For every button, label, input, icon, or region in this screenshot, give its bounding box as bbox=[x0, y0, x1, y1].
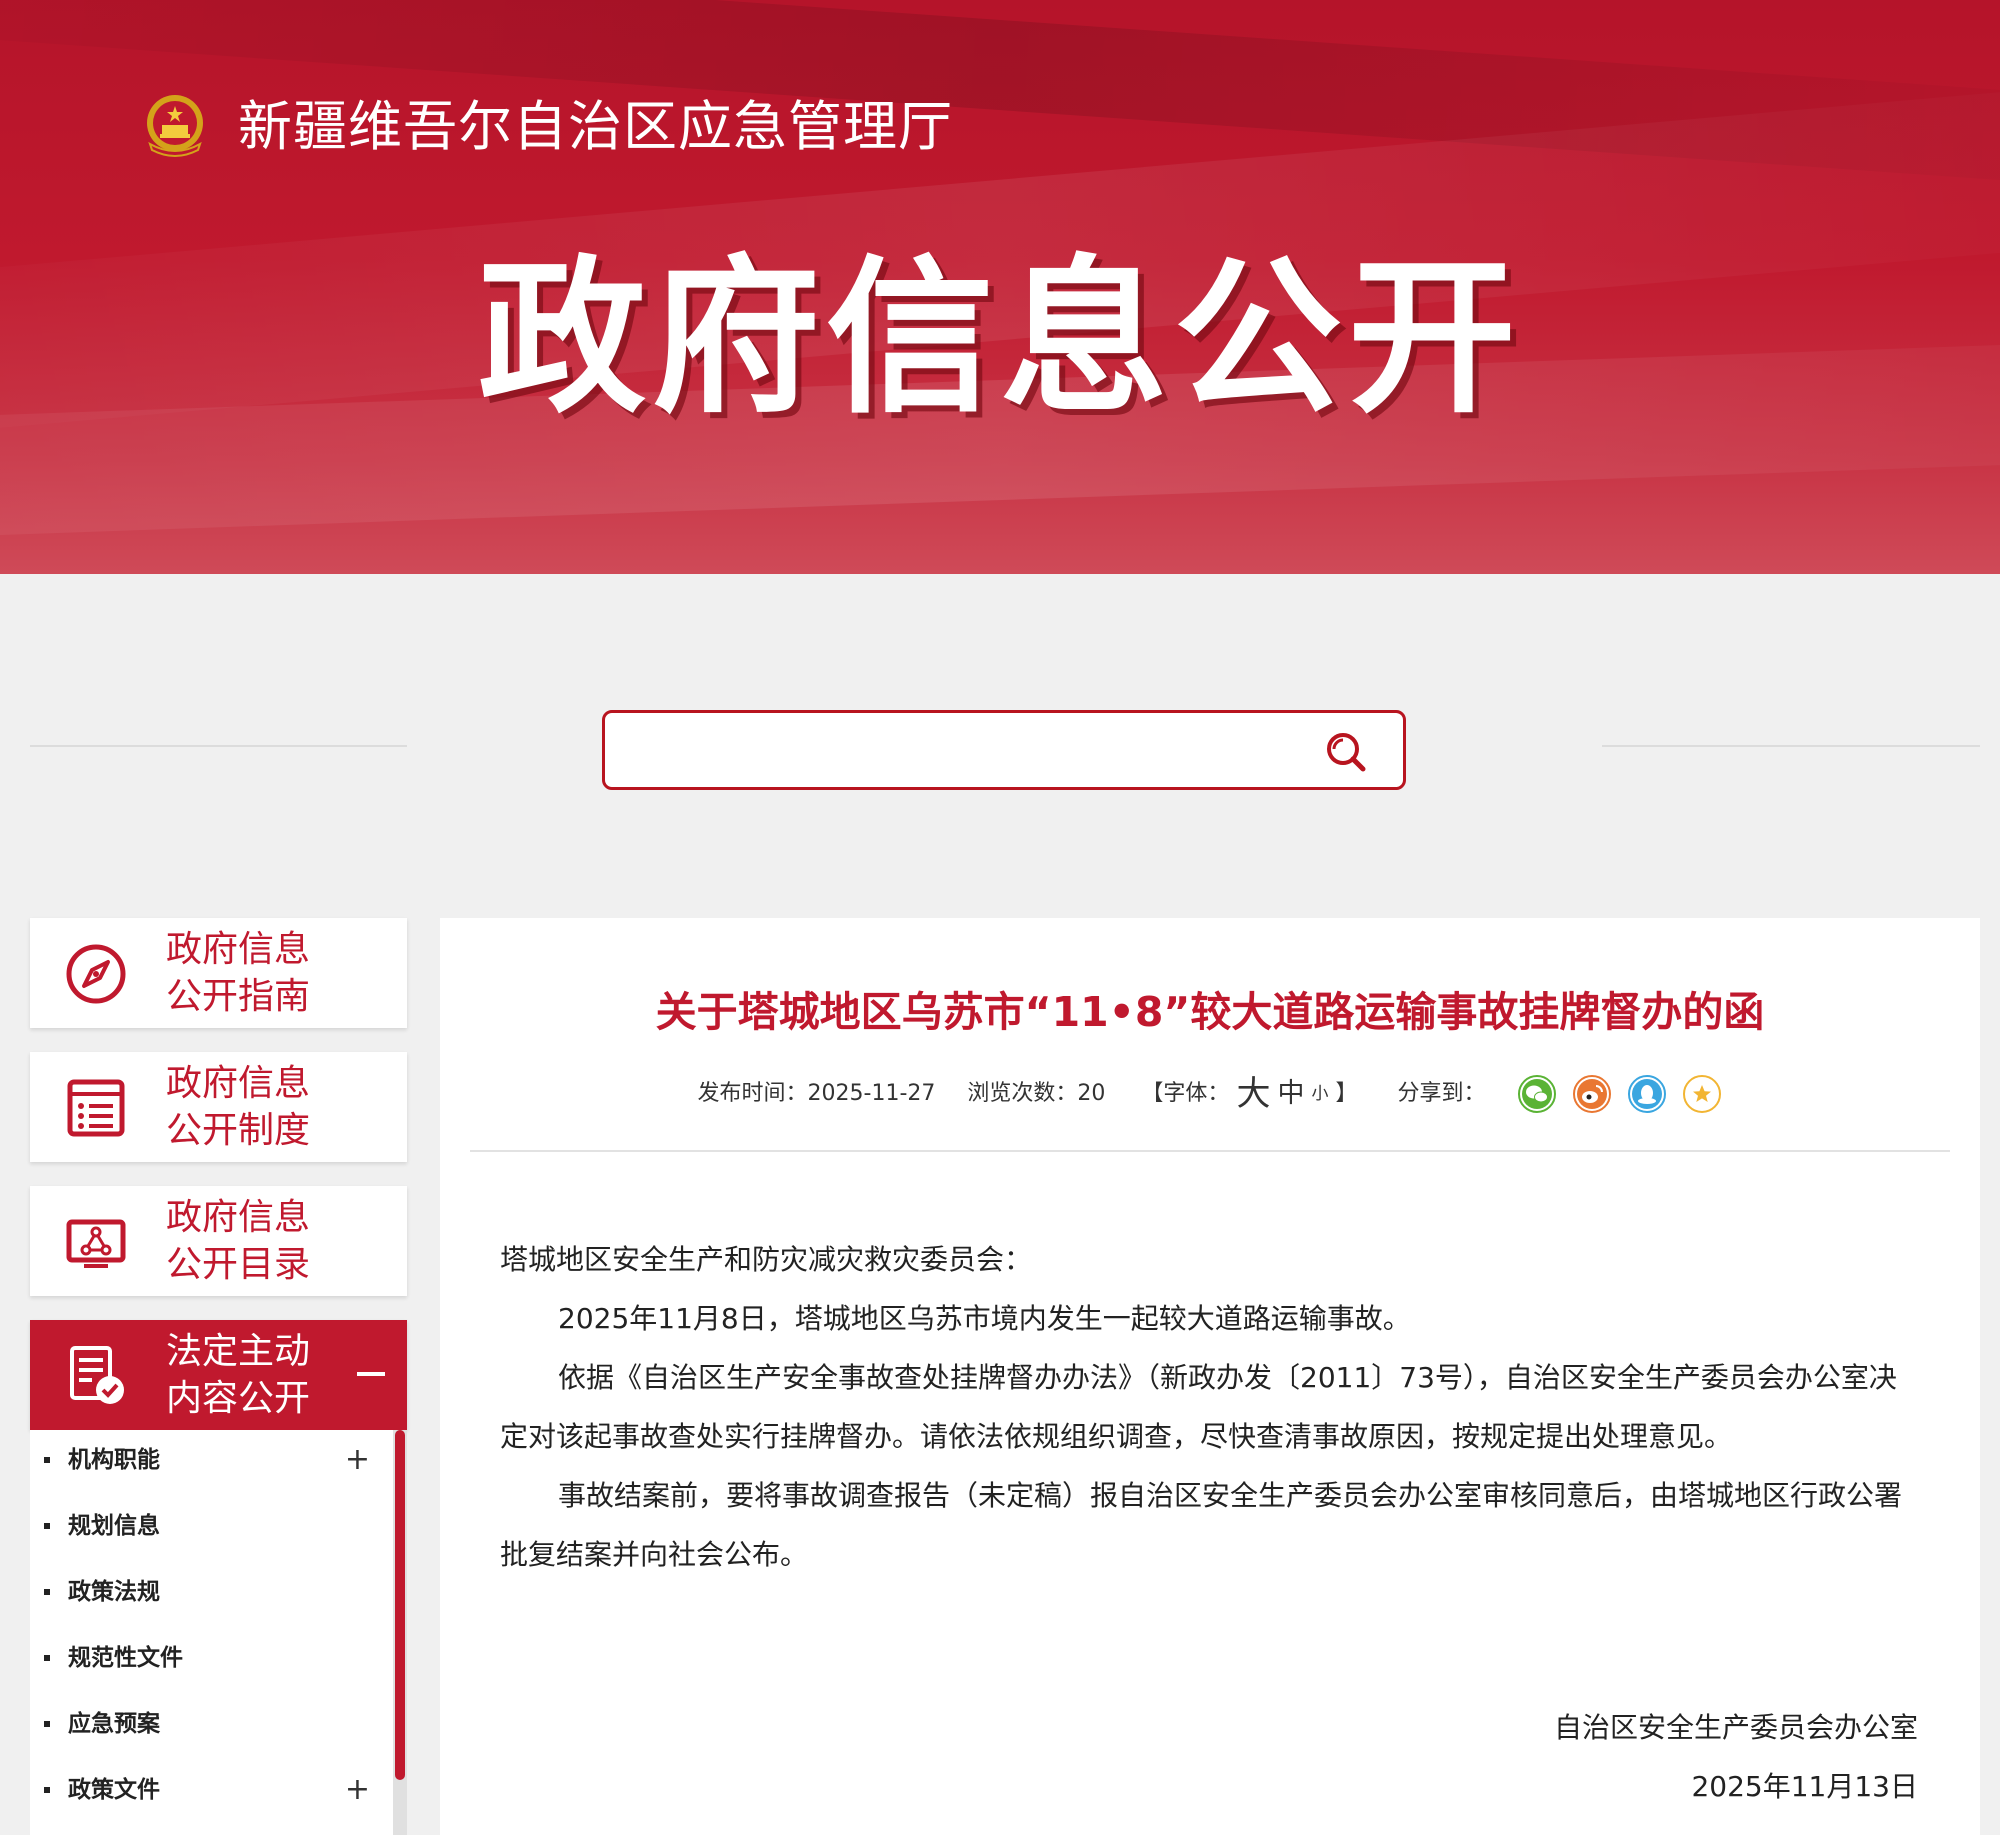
document-check-icon bbox=[70, 1346, 124, 1404]
bullet-icon bbox=[44, 1721, 50, 1727]
article-paragraph: 2025年11月8日，塔城地区乌苏市境内发生一起较大道路运输事故。 bbox=[558, 1302, 1411, 1335]
qq-icon[interactable] bbox=[1627, 1074, 1667, 1114]
font-size-close: 】 bbox=[1335, 1081, 1358, 1106]
expand-icon[interactable]: + bbox=[345, 1440, 370, 1480]
subnav-item-label: 规范性文件 bbox=[68, 1645, 183, 1671]
search-icon[interactable] bbox=[1325, 731, 1367, 773]
divider-line bbox=[1602, 745, 1980, 747]
subnav-item-label: 机构职能 bbox=[68, 1447, 160, 1473]
sidebar-item-label: 政府信息 公开制度 bbox=[166, 1063, 311, 1151]
sidebar-item-disclosure-system[interactable]: 政府信息 公开制度 bbox=[30, 1052, 407, 1162]
article-panel: 关于塔城地区乌苏市“11•8”较大道路运输事故挂牌督办的函 发布时间：2025-… bbox=[440, 918, 1980, 1835]
site-name[interactable]: 新疆维吾尔自治区应急管理厅 bbox=[238, 92, 953, 162]
expand-icon[interactable]: + bbox=[345, 1770, 370, 1810]
article-paragraph: 事故结案前，要将事故调查报告（未定稿）报自治区安全生产委员会办公室审核同意后，由… bbox=[500, 1479, 1903, 1571]
qzone-icon[interactable] bbox=[1682, 1074, 1722, 1114]
sidebar-item-disclosure-guide[interactable]: 政府信息 公开指南 bbox=[30, 918, 407, 1028]
sidebar-item-label: 政府信息 公开指南 bbox=[166, 929, 311, 1017]
signature-org: 自治区安全生产委员会办公室 bbox=[1553, 1711, 1918, 1744]
subnav-item-label: 规划信息 bbox=[68, 1513, 160, 1539]
subnav-item-emergency-plans[interactable]: 应急预案 bbox=[30, 1694, 390, 1760]
article-body: 塔城地区安全生产和防灾减灾救灾委员会： 2025年11月8日，塔城地区乌苏市境内… bbox=[500, 1230, 1920, 1584]
divider-line bbox=[30, 745, 407, 747]
font-size-small-button[interactable]: 小 bbox=[1311, 1070, 1328, 1118]
font-size-large-button[interactable]: 大 bbox=[1236, 1070, 1270, 1118]
font-size-open: 【字体： bbox=[1141, 1081, 1230, 1106]
meta-divider bbox=[470, 1150, 1950, 1152]
bullet-icon bbox=[44, 1787, 50, 1793]
sidebar-subnav: 机构职能 + 规划信息 政策法规 规范性文件 应急预案 政策文件 + bbox=[30, 1430, 407, 1835]
bullet-icon bbox=[44, 1523, 50, 1529]
sidebar-item-label: 政府信息 公开目录 bbox=[166, 1197, 311, 1285]
document-list-icon bbox=[67, 1079, 125, 1137]
search-input[interactable] bbox=[625, 727, 1309, 775]
subnav-item-organization[interactable]: 机构职能 + bbox=[30, 1430, 390, 1496]
header-banner: 新疆维吾尔自治区应急管理厅 政府信息公开 bbox=[0, 0, 2000, 574]
sidebar-item-statutory-disclosure[interactable]: 法定主动 内容公开 bbox=[30, 1320, 407, 1430]
bullet-icon bbox=[44, 1589, 50, 1595]
sidebar-item-label: 法定主动 内容公开 bbox=[166, 1331, 311, 1419]
share-label: 分享到： bbox=[1397, 1081, 1486, 1106]
scrollbar-track[interactable] bbox=[393, 1430, 407, 1835]
subnav-item-policies-regulations[interactable]: 政策法规 bbox=[30, 1562, 390, 1628]
publish-date: 2025-11-27 bbox=[807, 1081, 936, 1106]
font-size-medium-button[interactable]: 中 bbox=[1277, 1070, 1304, 1118]
bullet-icon bbox=[44, 1457, 50, 1463]
monitor-network-icon bbox=[66, 1219, 126, 1268]
wechat-icon[interactable] bbox=[1517, 1074, 1557, 1114]
bullet-icon bbox=[44, 1655, 50, 1661]
article-salutation: 塔城地区安全生产和防灾减灾救灾委员会： bbox=[500, 1243, 1033, 1276]
weibo-icon[interactable] bbox=[1572, 1074, 1612, 1114]
national-emblem-icon[interactable] bbox=[142, 92, 208, 158]
views-count: 20 bbox=[1077, 1081, 1106, 1106]
subnav-item-label: 政策法规 bbox=[68, 1579, 160, 1605]
subnav-item-normative-documents[interactable]: 规范性文件 bbox=[30, 1628, 390, 1694]
article-title: 关于塔城地区乌苏市“11•8”较大道路运输事故挂牌督办的函 bbox=[655, 988, 1765, 1036]
signature-date: 2025年11月13日 bbox=[1691, 1770, 1918, 1803]
scrollbar-thumb[interactable] bbox=[395, 1430, 405, 1780]
compass-icon bbox=[66, 944, 126, 1004]
subnav-item-label: 应急预案 bbox=[68, 1711, 160, 1737]
article-signature: 自治区安全生产委员会办公室 2025年11月13日 bbox=[1554, 1698, 1918, 1816]
views-label: 浏览次数： bbox=[967, 1081, 1078, 1106]
banner-title: 政府信息公开 bbox=[478, 240, 1522, 436]
subnav-item-planning[interactable]: 规划信息 bbox=[30, 1496, 390, 1562]
publish-label: 发布时间： bbox=[697, 1081, 808, 1106]
search-box bbox=[602, 710, 1406, 790]
collapse-icon[interactable] bbox=[357, 1372, 385, 1376]
subnav-item-label: 政策文件 bbox=[68, 1777, 160, 1803]
sidebar-item-disclosure-catalog[interactable]: 政府信息 公开目录 bbox=[30, 1186, 407, 1296]
article-paragraph: 依据《自治区生产安全事故查处挂牌督办办法》（新政办发〔2011〕73号），自治区… bbox=[500, 1361, 1897, 1453]
subnav-item-policy-documents[interactable]: 政策文件 + bbox=[30, 1760, 390, 1826]
article-meta: 发布时间：2025-11-27 浏览次数：20 【字体： 大 中 小 】 分享到… bbox=[440, 1070, 1980, 1118]
